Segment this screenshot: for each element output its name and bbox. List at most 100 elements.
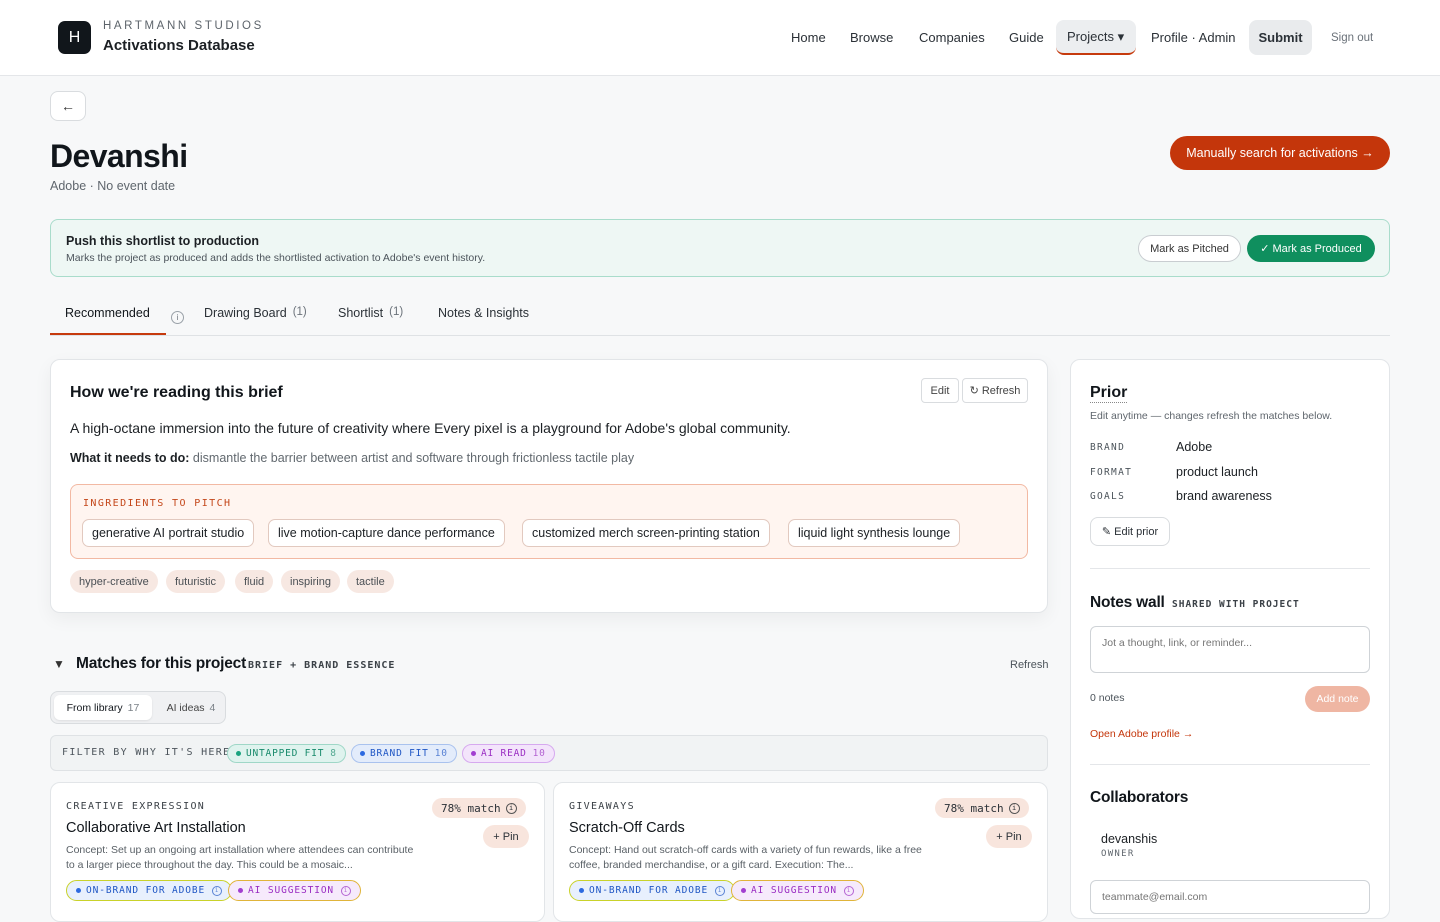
- ingredient-chip[interactable]: live motion-capture dance performance: [268, 519, 505, 547]
- back-button[interactable]: ←: [50, 91, 86, 121]
- nav-companies[interactable]: Companies: [908, 20, 996, 55]
- ingredients-box: INGREDIENTS TO PITCH generative AI portr…: [70, 484, 1028, 559]
- filter-chip-ai-read[interactable]: AI READ 10: [462, 744, 555, 763]
- card-title[interactable]: Collaborative Art Installation: [66, 820, 246, 836]
- push-to-production-banner: Push this shortlist to production Marks …: [50, 219, 1390, 277]
- card-description: Concept: Hand out scratch-off cards with…: [569, 844, 922, 871]
- divider: [1090, 764, 1370, 765]
- info-icon[interactable]: i: [341, 885, 352, 896]
- info-icon[interactable]: i: [844, 885, 855, 896]
- pin-button[interactable]: + Pin: [986, 825, 1032, 848]
- prior-format-value: product launch: [1176, 465, 1259, 479]
- tab-notes-insights[interactable]: Notes & Insights: [438, 306, 529, 335]
- match-score: 78% match: [441, 801, 501, 815]
- arrow-left-icon: ←: [61, 98, 75, 114]
- filter-chip-label: AI READ: [481, 748, 527, 759]
- tone-chip: futuristic: [166, 570, 225, 593]
- card-title[interactable]: Scratch-Off Cards: [569, 820, 685, 836]
- card-description: Concept: Set up an ongoing art installat…: [66, 844, 414, 871]
- submit-button[interactable]: Submit: [1249, 20, 1312, 55]
- app-name[interactable]: Activations Database: [103, 37, 255, 54]
- ingredients-label: INGREDIENTS TO PITCH: [83, 498, 232, 509]
- prior-title: Prior: [1090, 384, 1128, 403]
- ai-suggestion-badge: AI SUGGESTION i: [228, 880, 362, 901]
- ingredient-chip[interactable]: generative AI portrait studio: [82, 519, 255, 547]
- tab-recommended[interactable]: Recommended: [50, 306, 166, 335]
- filter-chip-count: 10: [532, 748, 546, 759]
- tab-drawing-board[interactable]: Drawing Board (1): [204, 306, 307, 335]
- add-note-button[interactable]: Add note: [1305, 686, 1370, 712]
- open-profile-link[interactable]: Open Adobe profile →: [1090, 728, 1193, 740]
- ai-ideas-toggle[interactable]: AI ideas 4: [161, 695, 221, 720]
- nav-browse[interactable]: Browse: [839, 20, 904, 55]
- badge-label: AI SUGGESTION: [248, 885, 335, 896]
- match-score: 78% match: [944, 801, 1004, 815]
- info-icon[interactable]: i: [171, 311, 184, 324]
- dot-icon: [471, 751, 476, 756]
- card-category: CREATIVE EXPRESSION: [66, 801, 206, 812]
- toggle-label: From library: [66, 701, 123, 714]
- mark-pitched-button[interactable]: Mark as Pitched: [1138, 235, 1241, 262]
- nav-home[interactable]: Home: [780, 20, 837, 55]
- prior-goals-key: GOALS: [1090, 491, 1126, 502]
- brief-needs: What it needs to do: dismantle the barri…: [70, 451, 634, 465]
- badge-label: AI SUGGESTION: [751, 885, 838, 896]
- tab-shortlist[interactable]: Shortlist (1): [338, 306, 403, 335]
- info-icon[interactable]: i: [1008, 802, 1020, 814]
- ingredient-chip[interactable]: liquid light synthesis lounge: [788, 519, 961, 547]
- notes-count: 0 notes: [1090, 692, 1125, 704]
- notes-input[interactable]: [1090, 626, 1370, 673]
- filter-chip-label: BRAND FIT: [370, 748, 429, 759]
- ai-suggestion-badge: AI SUGGESTION i: [731, 880, 865, 901]
- filter-chip-count: 8: [330, 748, 337, 759]
- badge-label: ON-BRAND FOR ADOBE: [86, 885, 206, 896]
- manual-search-button[interactable]: Manually search for activations →: [1170, 136, 1390, 170]
- push-title: Push this shortlist to production: [66, 234, 260, 248]
- filter-chip-untapped[interactable]: UNTAPPED FIT 8: [227, 744, 346, 763]
- prior-format-key: FORMAT: [1090, 467, 1133, 478]
- tab-label: Recommended: [65, 306, 150, 320]
- edit-brief-button[interactable]: Edit: [921, 378, 959, 403]
- push-subtitle: Marks the project as produced and adds t…: [66, 252, 486, 264]
- studio-name: HARTMANN STUDIOS: [103, 20, 264, 32]
- toggle-count: 4: [209, 701, 216, 714]
- on-brand-badge: ON-BRAND FOR ADOBE i: [66, 880, 233, 901]
- activation-card[interactable]: CREATIVE EXPRESSION Collaborative Art In…: [50, 782, 545, 922]
- needs-text: dismantle the barrier between artist and…: [192, 451, 635, 465]
- tab-count: (1): [292, 306, 307, 318]
- invite-email-input[interactable]: [1090, 880, 1370, 914]
- from-library-toggle[interactable]: From library 17: [54, 695, 152, 720]
- info-icon[interactable]: i: [505, 802, 517, 814]
- brief-card: How we're reading this brief Edit ↻ Refr…: [50, 359, 1048, 613]
- activation-card[interactable]: GIVEAWAYS Scratch-Off Cards Concept: Han…: [553, 782, 1048, 922]
- source-toggle: From library 17 AI ideas 4: [50, 691, 226, 724]
- info-icon[interactable]: i: [212, 885, 223, 896]
- tab-count: (1): [389, 306, 404, 318]
- collapse-caret-icon[interactable]: ▼: [53, 657, 65, 671]
- dot-icon: [579, 888, 584, 893]
- mark-produced-button[interactable]: ✓ Mark as Produced: [1247, 235, 1375, 262]
- logo[interactable]: H: [58, 21, 91, 54]
- refresh-brief-button[interactable]: ↻ Refresh: [962, 378, 1028, 403]
- filter-chip-brand[interactable]: BRAND FIT 10: [351, 744, 457, 763]
- page-title: Devanshi: [50, 138, 188, 174]
- ingredient-chip[interactable]: customized merch screen-printing station: [522, 519, 770, 547]
- nav-profile[interactable]: Profile · Admin: [1140, 20, 1247, 55]
- nav-projects[interactable]: Projects ▾: [1056, 20, 1136, 55]
- edit-prior-button[interactable]: ✎ Edit prior: [1090, 517, 1170, 546]
- matches-refresh-button[interactable]: Refresh: [1010, 659, 1049, 671]
- collaborator-name: devanshis: [1101, 832, 1158, 846]
- info-icon[interactable]: i: [715, 885, 726, 896]
- divider: [1090, 568, 1370, 569]
- tabs-divider: [50, 335, 1390, 336]
- match-score-badge: 78% match i: [432, 798, 526, 818]
- matches-tag: BRIEF + BRAND ESSENCE: [248, 660, 396, 671]
- tone-chip: tactile: [347, 570, 394, 593]
- dot-icon: [360, 751, 365, 756]
- dot-icon: [741, 888, 746, 893]
- toggle-label: AI ideas: [166, 701, 205, 714]
- nav-guide[interactable]: Guide: [998, 20, 1055, 55]
- sign-out-link[interactable]: Sign out: [1320, 20, 1384, 55]
- dot-icon: [238, 888, 243, 893]
- pin-button[interactable]: + Pin: [483, 825, 529, 848]
